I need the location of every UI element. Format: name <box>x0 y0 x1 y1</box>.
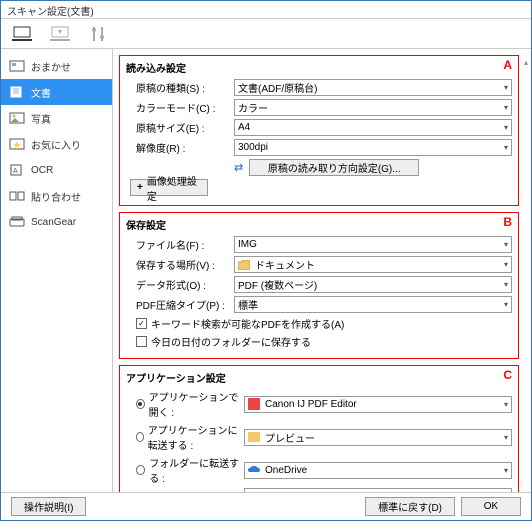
scroll-up-icon[interactable]: ▴ <box>524 58 528 67</box>
sidebar-item-photo[interactable]: 写真 <box>1 105 112 131</box>
sidebar-item-label: お気に入り <box>31 137 81 152</box>
send-to-folder-select[interactable]: OneDrive <box>244 462 512 479</box>
send-to-app-label: アプリケーションに転送する : <box>148 422 244 452</box>
send-to-folder-label: フォルダーに転送する : <box>149 455 244 485</box>
source-label: 原稿の種類(S) : <box>126 80 234 95</box>
section-letter-c: C <box>503 368 512 382</box>
ok-button[interactable]: OK <box>461 497 521 516</box>
attach-email-label: メールに添付する : <box>150 489 236 492</box>
scan-options-section: ▴ A 読み込み設定 原稿の種類(S) : 文書(ADF/原稿台) カラーモード… <box>119 55 519 206</box>
section-a-title: 読み込み設定 <box>126 60 512 75</box>
size-select[interactable]: A4 <box>234 119 512 136</box>
scan-from-panel-icon[interactable] <box>49 23 71 45</box>
instructions-button[interactable]: 操作説明(I) <box>11 497 86 516</box>
save-settings-section: B 保存設定 ファイル名(F) : IMG 保存する場所(V) : ドキュメント… <box>119 212 519 359</box>
savein-select[interactable]: ドキュメント <box>234 256 512 273</box>
auto-icon <box>9 59 25 73</box>
date-folder-checkbox[interactable] <box>136 336 147 347</box>
sidebar-item-label: 文書 <box>31 85 51 100</box>
color-label: カラーモード(C) : <box>126 100 234 115</box>
filename-label: ファイル名(F) : <box>126 237 234 252</box>
sidebar-item-label: ScanGear <box>31 217 76 228</box>
pdfcomp-select[interactable]: 標準 <box>234 296 512 313</box>
send-to-app-radio[interactable] <box>136 432 144 442</box>
content-area: ▴ A 読み込み設定 原稿の種類(S) : 文書(ADF/原稿台) カラーモード… <box>113 49 531 492</box>
send-to-app-select[interactable]: プレビュー <box>244 429 512 446</box>
main-row: おまかせ 文書 写真 お気に入り A OCR 貼り合わせ <box>1 49 531 492</box>
attach-email-radio[interactable] <box>136 492 146 493</box>
format-label: データ形式(O) : <box>126 277 234 292</box>
pdf-editor-icon <box>248 398 260 410</box>
size-label: 原稿サイズ(E) : <box>126 120 234 135</box>
section-b-title: 保存設定 <box>126 217 512 232</box>
sidebar-item-favorite[interactable]: お気に入り <box>1 131 112 157</box>
title-bar: スキャン設定(文書) <box>1 1 531 19</box>
keyword-pdf-label: キーワード検索が可能なPDFを作成する(A) <box>151 316 344 331</box>
folder-icon <box>238 259 250 271</box>
date-folder-label: 今日の日付のフォルダーに保存する <box>151 334 311 349</box>
source-select[interactable]: 文書(ADF/原稿台) <box>234 79 512 96</box>
savein-label: 保存する場所(V) : <box>126 257 234 272</box>
top-toolbar <box>1 19 531 49</box>
preview-icon <box>248 431 260 443</box>
scan-from-pc-icon[interactable] <box>11 23 33 45</box>
scangear-icon <box>9 215 25 229</box>
section-letter-b: B <box>503 215 512 229</box>
pdfcomp-label: PDF圧縮タイプ(P) : <box>126 297 234 312</box>
swap-icon[interactable]: ⇄ <box>234 161 243 174</box>
dialog-window: スキャン設定(文書) おまかせ 文書 写真 <box>0 0 532 521</box>
open-with-label: アプリケーションで開く : <box>149 389 244 419</box>
window-title: スキャン設定(文書) <box>7 7 94 18</box>
send-to-folder-radio[interactable] <box>136 465 145 475</box>
sidebar-item-document[interactable]: 文書 <box>1 79 112 105</box>
footer: 操作説明(I) 標準に戻す(D) OK <box>1 492 531 520</box>
svg-text:A: A <box>13 168 18 175</box>
settings-tools-icon[interactable] <box>87 23 109 45</box>
resolution-select[interactable]: 300dpi <box>234 139 512 156</box>
sidebar-item-stitch[interactable]: 貼り合わせ <box>1 183 112 209</box>
sidebar-item-auto[interactable]: おまかせ <box>1 53 112 79</box>
document-icon <box>9 85 25 99</box>
sidebar-item-label: おまかせ <box>31 59 71 74</box>
plus-icon: + <box>137 182 143 193</box>
open-with-select[interactable]: Canon IJ PDF Editor <box>244 396 512 413</box>
sidebar-item-label: 写真 <box>31 111 51 126</box>
resolution-label: 解像度(R) : <box>126 140 234 155</box>
filename-select[interactable]: IMG <box>234 236 512 253</box>
defaults-button[interactable]: 標準に戻す(D) <box>365 497 455 516</box>
open-with-radio[interactable] <box>136 399 145 409</box>
ocr-icon: A <box>9 163 25 177</box>
orientation-settings-button[interactable]: 原稿の読み取り方向設定(G)... <box>249 159 419 176</box>
sidebar-item-ocr[interactable]: A OCR <box>1 157 112 183</box>
sidebar-item-label: 貼り合わせ <box>31 189 81 204</box>
photo-icon <box>9 111 25 125</box>
sidebar-item-scangear[interactable]: ScanGear <box>1 209 112 235</box>
stitch-icon <box>9 189 25 203</box>
application-settings-section: C アプリケーション設定 アプリケーションで開く : Canon IJ PDF … <box>119 365 519 492</box>
mail-icon <box>248 491 260 493</box>
attach-email-select[interactable]: なし(手動で添付) <box>244 488 512 492</box>
image-processing-button[interactable]: + 画像処理設定 <box>130 179 208 196</box>
section-c-title: アプリケーション設定 <box>126 370 512 385</box>
onedrive-icon <box>248 464 260 476</box>
favorite-icon <box>9 137 25 151</box>
section-letter-a: A <box>503 58 512 72</box>
format-select[interactable]: PDF (複数ページ) <box>234 276 512 293</box>
color-select[interactable]: カラー <box>234 99 512 116</box>
keyword-pdf-checkbox[interactable]: ✓ <box>136 318 147 329</box>
sidebar: おまかせ 文書 写真 お気に入り A OCR 貼り合わせ <box>1 49 113 492</box>
sidebar-item-label: OCR <box>31 165 53 176</box>
